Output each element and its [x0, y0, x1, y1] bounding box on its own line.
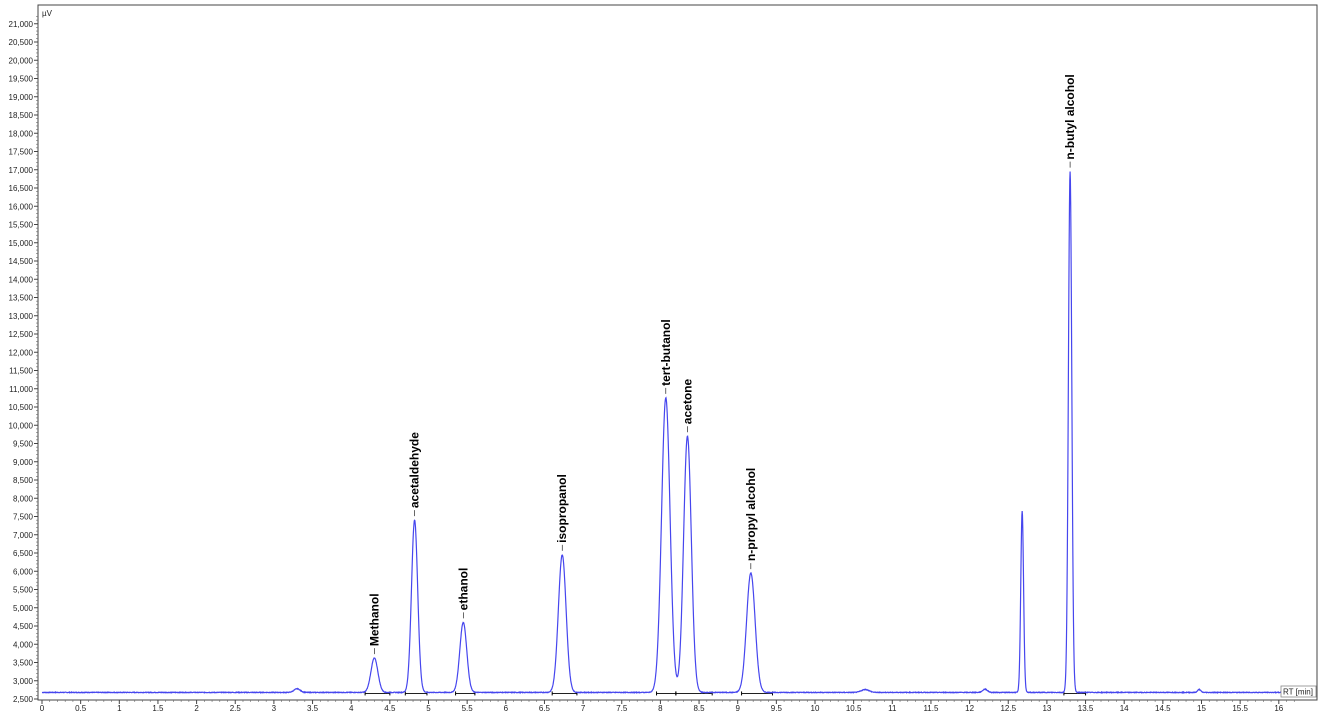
x-tick-label: 1 [117, 704, 122, 713]
x-tick-label: 14.5 [1155, 704, 1171, 713]
x-tick-label: 5.5 [462, 704, 474, 713]
peak-label: n-butyl alcohol [1063, 74, 1077, 159]
y-tick-label: 19,000 [9, 93, 34, 102]
peak-label: acetone [680, 379, 694, 425]
y-tick-label: 19,500 [9, 75, 34, 84]
y-tick-label: 8,500 [13, 476, 34, 485]
x-tick-label: 8.5 [693, 704, 705, 713]
y-tick-label: 15,000 [9, 239, 34, 248]
y-tick-label: 9,000 [13, 458, 34, 467]
x-tick-label: 4 [349, 704, 354, 713]
x-tick-label: 15.5 [1232, 704, 1248, 713]
x-tick-label: 4.5 [384, 704, 396, 713]
y-tick-label: 6,500 [13, 549, 34, 558]
x-tick-label: 12.5 [1000, 704, 1016, 713]
y-tick-label: 2,500 [13, 695, 34, 704]
y-tick-label: 5,500 [13, 586, 34, 595]
y-tick-label: 4,000 [13, 640, 34, 649]
y-tick-label: 13,000 [9, 312, 34, 321]
y-axis-unit-label: µV [42, 9, 53, 18]
y-tick-label: 10,000 [9, 421, 34, 430]
y-tick-label: 14,500 [9, 257, 34, 266]
x-tick-label: 13 [1042, 704, 1051, 713]
x-tick-label: 6.5 [539, 704, 551, 713]
y-tick-label: 18,000 [9, 129, 34, 138]
peak-label: Methanol [367, 593, 381, 646]
y-tick-label: 16,000 [9, 202, 34, 211]
x-tick-label: 6 [504, 704, 509, 713]
y-tick-label: 17,000 [9, 166, 34, 175]
peak-label: ethanol [456, 568, 470, 611]
y-tick-label: 10,500 [9, 403, 34, 412]
x-tick-label: 9.5 [771, 704, 783, 713]
x-tick-label: 7.5 [616, 704, 628, 713]
peak-label: acetaldehyde [408, 432, 422, 508]
y-tick-label: 18,500 [9, 111, 34, 120]
y-tick-label: 4,500 [13, 622, 34, 631]
y-tick-label: 7,500 [13, 513, 34, 522]
x-tick-label: 9 [735, 704, 740, 713]
y-tick-label: 12,000 [9, 348, 34, 357]
x-tick-label: 10 [811, 704, 820, 713]
y-tick-label: 13,500 [9, 294, 34, 303]
y-tick-label: 20,000 [9, 56, 34, 65]
y-tick-label: 3,500 [13, 659, 34, 668]
x-tick-label: 11.5 [923, 704, 939, 713]
x-axis: 0 0.5 1 1.5 2 2.5 3 3.5 4 4.5 5 5.5 6 6.5 7 7.5 8 8.5 9 9.5… [38, 699, 1317, 713]
y-tick-label: 9,500 [13, 440, 34, 449]
y-tick-label: 17,500 [9, 148, 34, 157]
x-tick-label: 13.5 [1078, 704, 1094, 713]
y-tick-label: 21,000 [9, 20, 34, 29]
y-tick-label: 14,000 [9, 275, 34, 284]
x-tick-label: 12 [965, 704, 974, 713]
plot-area [37, 4, 1318, 701]
chromatogram-chart: 2,500 3,000 3,500 4,000 4,500 5,000 5,500 6,000… [9, 4, 1318, 713]
x-tick-label: 0.5 [75, 704, 87, 713]
y-tick-label: 6,000 [13, 567, 34, 576]
peak-label: tert-butanol [659, 319, 673, 386]
x-tick-label: 5 [426, 704, 431, 713]
y-tick-label: 20,500 [9, 38, 34, 47]
peak-label: isopropanol [555, 474, 569, 543]
x-axis-unit-label: RT [min] [1283, 688, 1313, 697]
x-tick-label: 1.5 [152, 704, 164, 713]
x-tick-label: 2.5 [230, 704, 242, 713]
y-tick-label: 15,500 [9, 221, 34, 230]
x-tick-label: 0 [40, 704, 45, 713]
y-tick-label: 12,500 [9, 330, 34, 339]
x-tick-label: 14 [1120, 704, 1129, 713]
y-tick-label: 16,500 [9, 184, 34, 193]
y-tick-label: 8,000 [13, 494, 34, 503]
y-tick-label: 5,000 [13, 604, 34, 613]
x-tick-label: 7 [581, 704, 586, 713]
x-tick-label: 3 [272, 704, 277, 713]
x-tick-label: 3.5 [307, 704, 319, 713]
y-tick-label: 11,500 [9, 367, 33, 376]
x-tick-label: 8 [658, 704, 663, 713]
x-tick-label: 10.5 [846, 704, 862, 713]
y-tick-label: 7,000 [13, 531, 34, 540]
x-tick-label: 16 [1274, 704, 1283, 713]
y-tick-label: 11,000 [9, 385, 33, 394]
x-tick-label: 2 [194, 704, 199, 713]
x-tick-label: 15 [1197, 704, 1206, 713]
x-tick-label: 11 [888, 704, 897, 713]
y-axis: 2,500 3,000 3,500 4,000 4,500 5,000 5,500 6,000… [9, 5, 39, 704]
y-tick-label: 3,000 [13, 677, 34, 686]
peak-label: n-propyl alcohol [744, 468, 758, 561]
